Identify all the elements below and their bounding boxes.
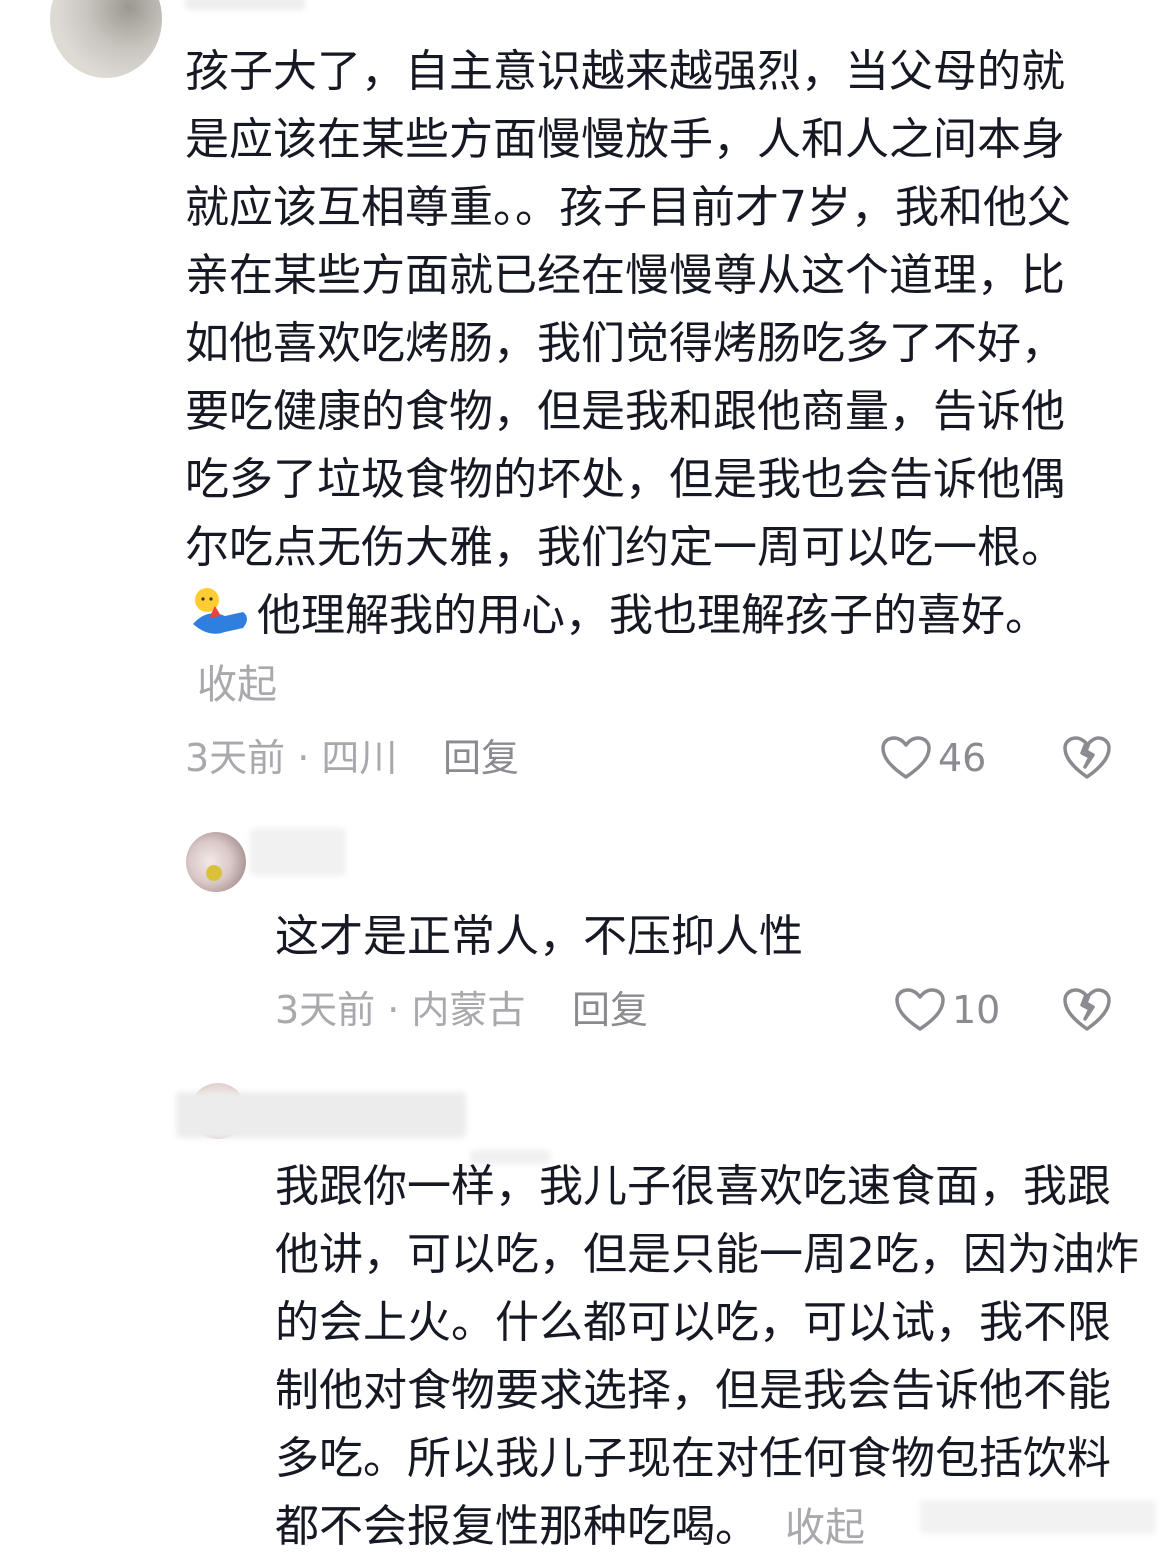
like-button[interactable]: 10 (894, 985, 1000, 1035)
collapse-button[interactable]: 收起 (785, 1505, 865, 1551)
username-blurred[interactable] (185, 0, 305, 10)
username-blurred[interactable] (250, 828, 346, 876)
heart-outline-icon (894, 987, 946, 1033)
comment-text-part1: 孩子大了，自主意识越来越强烈，当父母的就是应该在某些方面慢慢放手，人和人之间本身… (185, 46, 1071, 573)
comment-text-body: 我跟你一样，我儿子很喜欢吃速食面，我跟他讲，可以吃，但是只能一周2吃，因为油炸的… (275, 1161, 1139, 1552)
like-button[interactable]: 46 (880, 733, 986, 783)
broken-heart-icon (1062, 735, 1112, 781)
reply-button[interactable]: 回复 (572, 985, 648, 1035)
collapse-button[interactable]: 收起 (197, 662, 277, 708)
like-count: 10 (952, 988, 1001, 1032)
dislike-button[interactable] (1062, 985, 1112, 1035)
username-blurred[interactable] (176, 1092, 466, 1138)
avatar[interactable] (186, 832, 246, 892)
watermark-blurred (920, 1500, 1156, 1534)
reply-button[interactable]: 回复 (443, 733, 519, 783)
comment-meta: 3天前 · 四川 (185, 736, 398, 780)
like-count: 46 (938, 736, 987, 780)
comment-text-part2: 他理解我的用心，我也理解孩子的喜好。 (257, 590, 1049, 641)
comment-text: 这才是正常人，不压抑人性 (275, 911, 803, 962)
comment-text: 孩子大了，自主意识越来越强烈，当父母的就是应该在某些方面慢慢放手，人和人之间本身… (185, 38, 1105, 719)
heart-outline-icon (880, 735, 932, 781)
avatar[interactable] (50, 0, 162, 78)
dislike-button[interactable] (1062, 733, 1112, 783)
broken-heart-icon (1062, 987, 1112, 1033)
lying-down-emoji-icon (185, 582, 257, 642)
comment-meta: 3天前 · 内蒙古 (275, 988, 526, 1032)
